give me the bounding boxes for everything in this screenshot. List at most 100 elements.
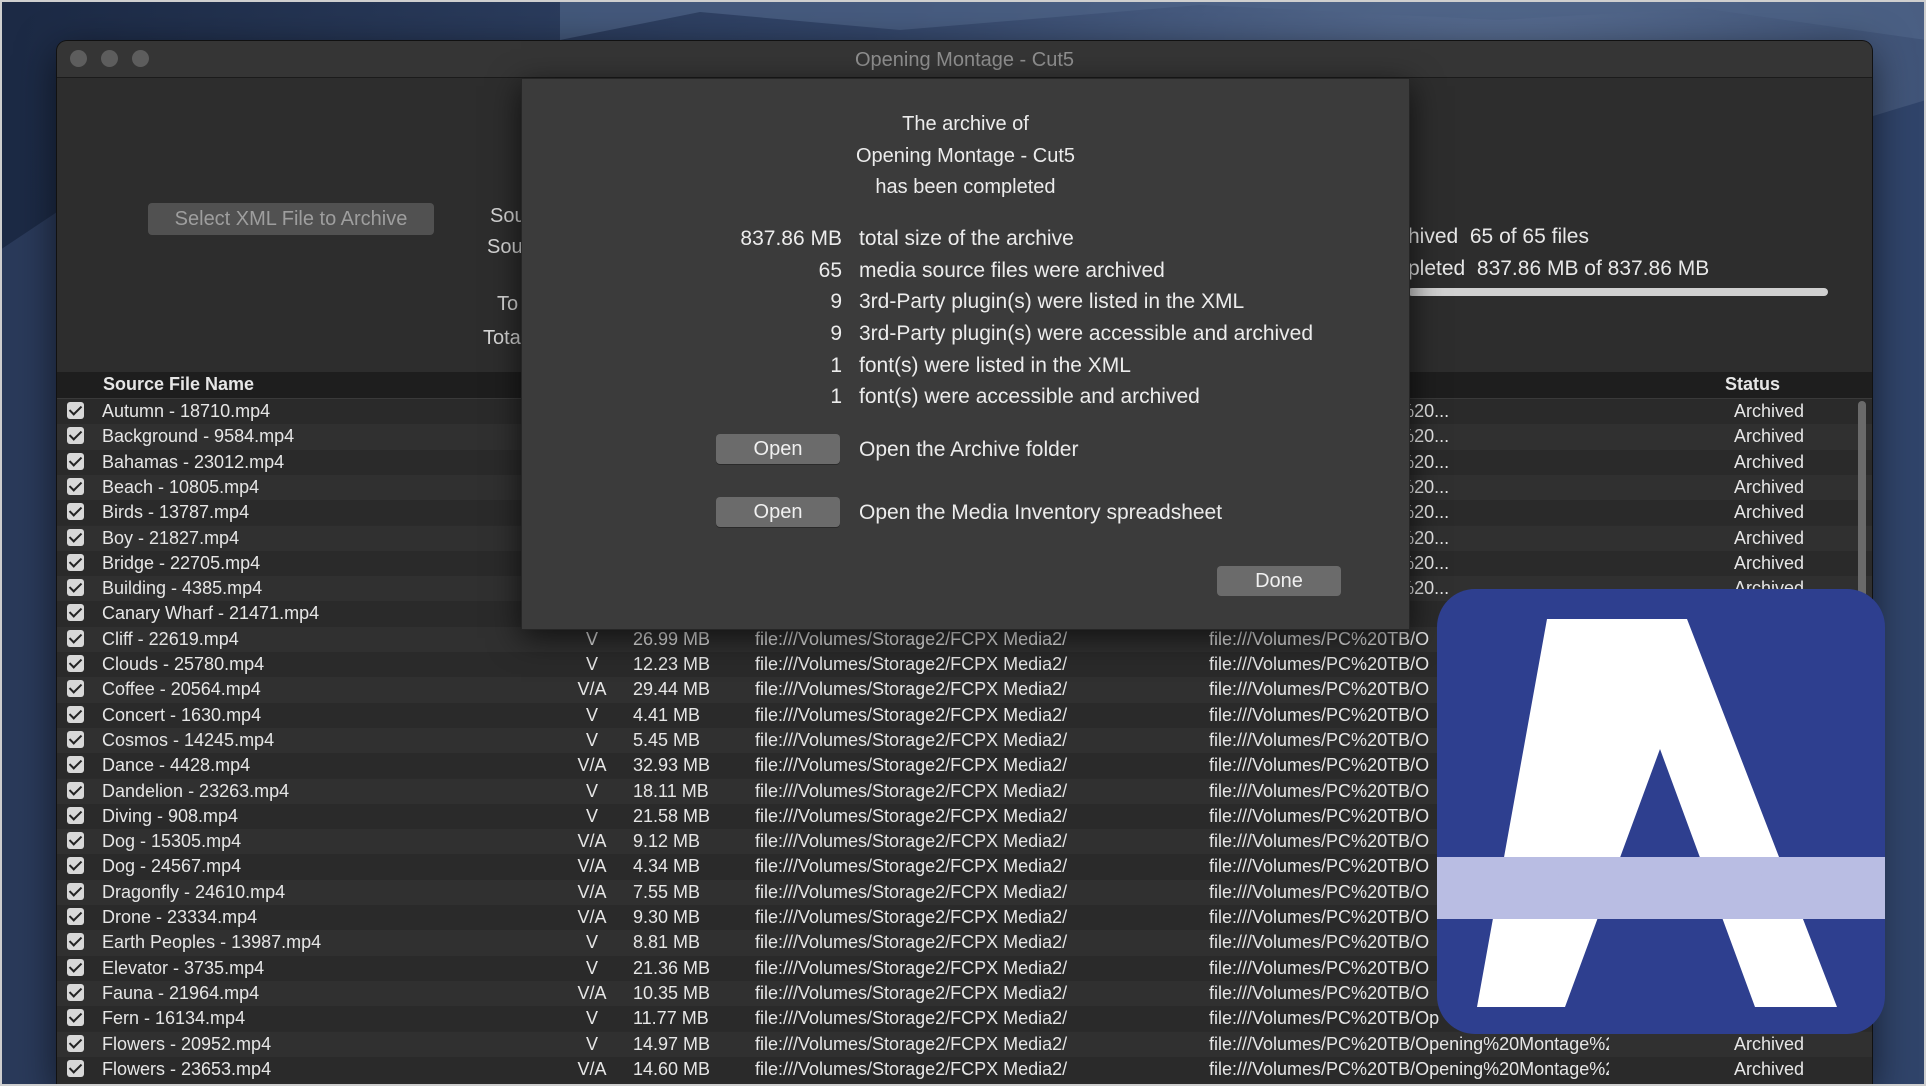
archive-path-cell: file:///Volumes/PC%20TB/Opening%20Montag… [1209,1058,1609,1079]
open-archive-folder-button[interactable]: Open [716,434,840,464]
source-path-cell: file:///Volumes/Storage2/FCPX Media2/ [755,831,1068,852]
total-label-1: To [497,293,519,315]
file-name-cell: Concert - 1630.mp4 [102,704,262,725]
include-checkbox[interactable] [67,655,84,672]
include-checkbox[interactable] [67,857,84,875]
include-checkbox[interactable] [67,781,84,799]
include-checkbox[interactable] [67,933,84,951]
include-checkbox[interactable] [67,983,84,1001]
open-inventory-button[interactable]: Open [716,497,840,527]
media-type-cell: V/A [577,831,607,852]
include-checkbox[interactable] [67,680,84,698]
include-checkbox[interactable] [67,882,84,900]
file-name-cell: Beach - 10805.mp4 [102,476,260,497]
source-path-cell: file:///Volumes/Storage2/FCPX Media2/ [755,729,1068,750]
source-path-cell: file:///Volumes/Storage2/FCPX Media2/ [755,805,1068,826]
select-xml-button[interactable]: Select XML File to Archive [148,203,434,235]
include-checkbox[interactable] [67,629,84,647]
include-checkbox[interactable] [67,1034,84,1052]
source-path-cell: file:///Volumes/Storage2/FCPX Media2/ [755,780,1068,801]
dialog-title-line-2: Opening Montage - Cut5 [855,145,1076,167]
file-name-cell: Dandelion - 23263.mp4 [102,780,290,801]
include-checkbox[interactable] [67,528,84,546]
file-size-cell: 26.99 MB [633,628,711,649]
media-type-cell: V/A [577,755,607,776]
include-checkbox[interactable] [67,1009,84,1027]
file-size-cell: 21.58 MB [633,805,711,826]
summary-fonts-listed: 1 [830,354,842,377]
file-name-cell: Birds - 13787.mp4 [102,502,250,523]
source-label-2: Sou [487,236,523,258]
include-checkbox[interactable] [67,705,84,723]
file-name-cell: Dance - 4428.mp4 [102,755,251,776]
file-size-cell: 9.30 MB [633,907,701,927]
file-size-cell: 32.93 MB [633,755,711,776]
status-cell: Archived [1733,552,1805,573]
table-scrollbar[interactable] [1858,401,1866,611]
source-path-cell: file:///Volumes/Storage2/FCPX Media2/ [755,881,1068,902]
include-checkbox[interactable] [67,908,84,925]
file-name-cell: Cliff - 22619.mp4 [102,628,239,649]
include-checkbox[interactable] [67,402,84,419]
header-source-file-name[interactable]: Source File Name [103,374,254,395]
media-type-cell: V [585,628,598,649]
table-row[interactable]: Flowers - 23653.mp4 V/A 14.60 MB file:///Vo… [57,1056,1872,1083]
header-status[interactable]: Status [1725,374,1780,395]
done-button[interactable]: Done [1217,566,1341,596]
media-type-cell: V/A [577,856,607,877]
source-path-cell: file:///Volumes/Storage2/FCPX Media2/ [755,907,1068,927]
include-checkbox[interactable] [67,452,84,470]
open-inventory-label: Open the Media Inventory spreadsheet [859,501,1223,524]
file-size-cell: 11.77 MB [633,1008,709,1029]
media-type-cell: V [585,805,598,826]
file-name-cell: Background - 9584.mp4 [102,426,295,447]
status-cell: Archived [1733,426,1805,447]
media-type-cell: V [585,932,598,953]
file-name-cell: Flowers - 20952.mp4 [102,1033,272,1054]
file-size-cell: 4.34 MB [633,856,701,877]
files-archived-stat: hived 65 of 65 files [1408,225,1589,249]
summary-fonts-listed-label: font(s) were listed in the XML [859,354,1131,377]
include-checkbox[interactable] [67,503,84,521]
dialog-title-line-3: has been completed [875,176,1056,198]
file-name-cell: Boy - 21827.mp4 [102,527,240,548]
summary-media-count-label: media source files were archived [859,259,1165,282]
archive-progress-bar [1408,288,1828,296]
file-name-cell: Cosmos - 14245.mp4 [102,729,275,750]
include-checkbox[interactable] [67,958,84,976]
include-checkbox[interactable] [67,832,84,850]
include-checkbox[interactable] [67,756,84,774]
file-name-cell: Dragonfly - 24610.mp4 [102,881,286,902]
file-size-cell: 9.12 MB [633,831,701,852]
file-size-cell: 7.55 MB [633,881,701,902]
total-label-2: Tota [483,327,521,349]
media-type-cell: V [585,729,598,750]
media-type-cell: V/A [577,907,607,927]
file-size-cell: 14.60 MB [633,1058,711,1079]
table-row[interactable]: Flowers - 20952.mp4 V 14.97 MB file:///Volu… [57,1031,1872,1057]
include-checkbox[interactable] [67,730,84,748]
file-name-cell: Flowers - 23653.mp4 [102,1058,272,1079]
summary-fonts-archived-label: font(s) were accessible and archived [859,385,1200,408]
include-checkbox[interactable] [67,427,84,445]
source-path-cell: file:///Volumes/Storage2/FCPX Media2/ [755,856,1068,877]
file-name-cell: Dog - 24567.mp4 [102,856,242,877]
include-checkbox[interactable] [67,553,84,571]
status-cell: Archived [1733,476,1805,497]
source-path-cell: file:///Volumes/Storage2/FCPX Media2/ [755,982,1068,1003]
include-checkbox[interactable] [67,604,84,622]
source-path-cell: file:///Volumes/Storage2/FCPX Media2/ [755,755,1068,776]
include-checkbox[interactable] [67,806,84,824]
title-bar[interactable]: Opening Montage - Cut5 [57,41,1872,78]
source-path-cell: file:///Volumes/Storage2/FCPX Media2/ [755,679,1068,700]
source-path-cell: file:///Volumes/Storage2/FCPX Media2/ [755,957,1068,978]
source-path-cell: file:///Volumes/Storage2/FCPX Media2/ [755,1058,1068,1079]
file-size-cell: 14.97 MB [633,1033,711,1054]
include-checkbox[interactable] [67,1059,84,1077]
media-type-cell: V/A [577,1058,607,1079]
summary-plugins-archived-label: 3rd-Party plugin(s) were accessible and … [859,322,1314,345]
include-checkbox[interactable] [67,579,84,597]
include-checkbox[interactable] [67,477,84,495]
source-path-cell: file:///Volumes/Storage2/FCPX Media2/ [755,1008,1068,1029]
status-cell: Archived [1733,527,1805,548]
